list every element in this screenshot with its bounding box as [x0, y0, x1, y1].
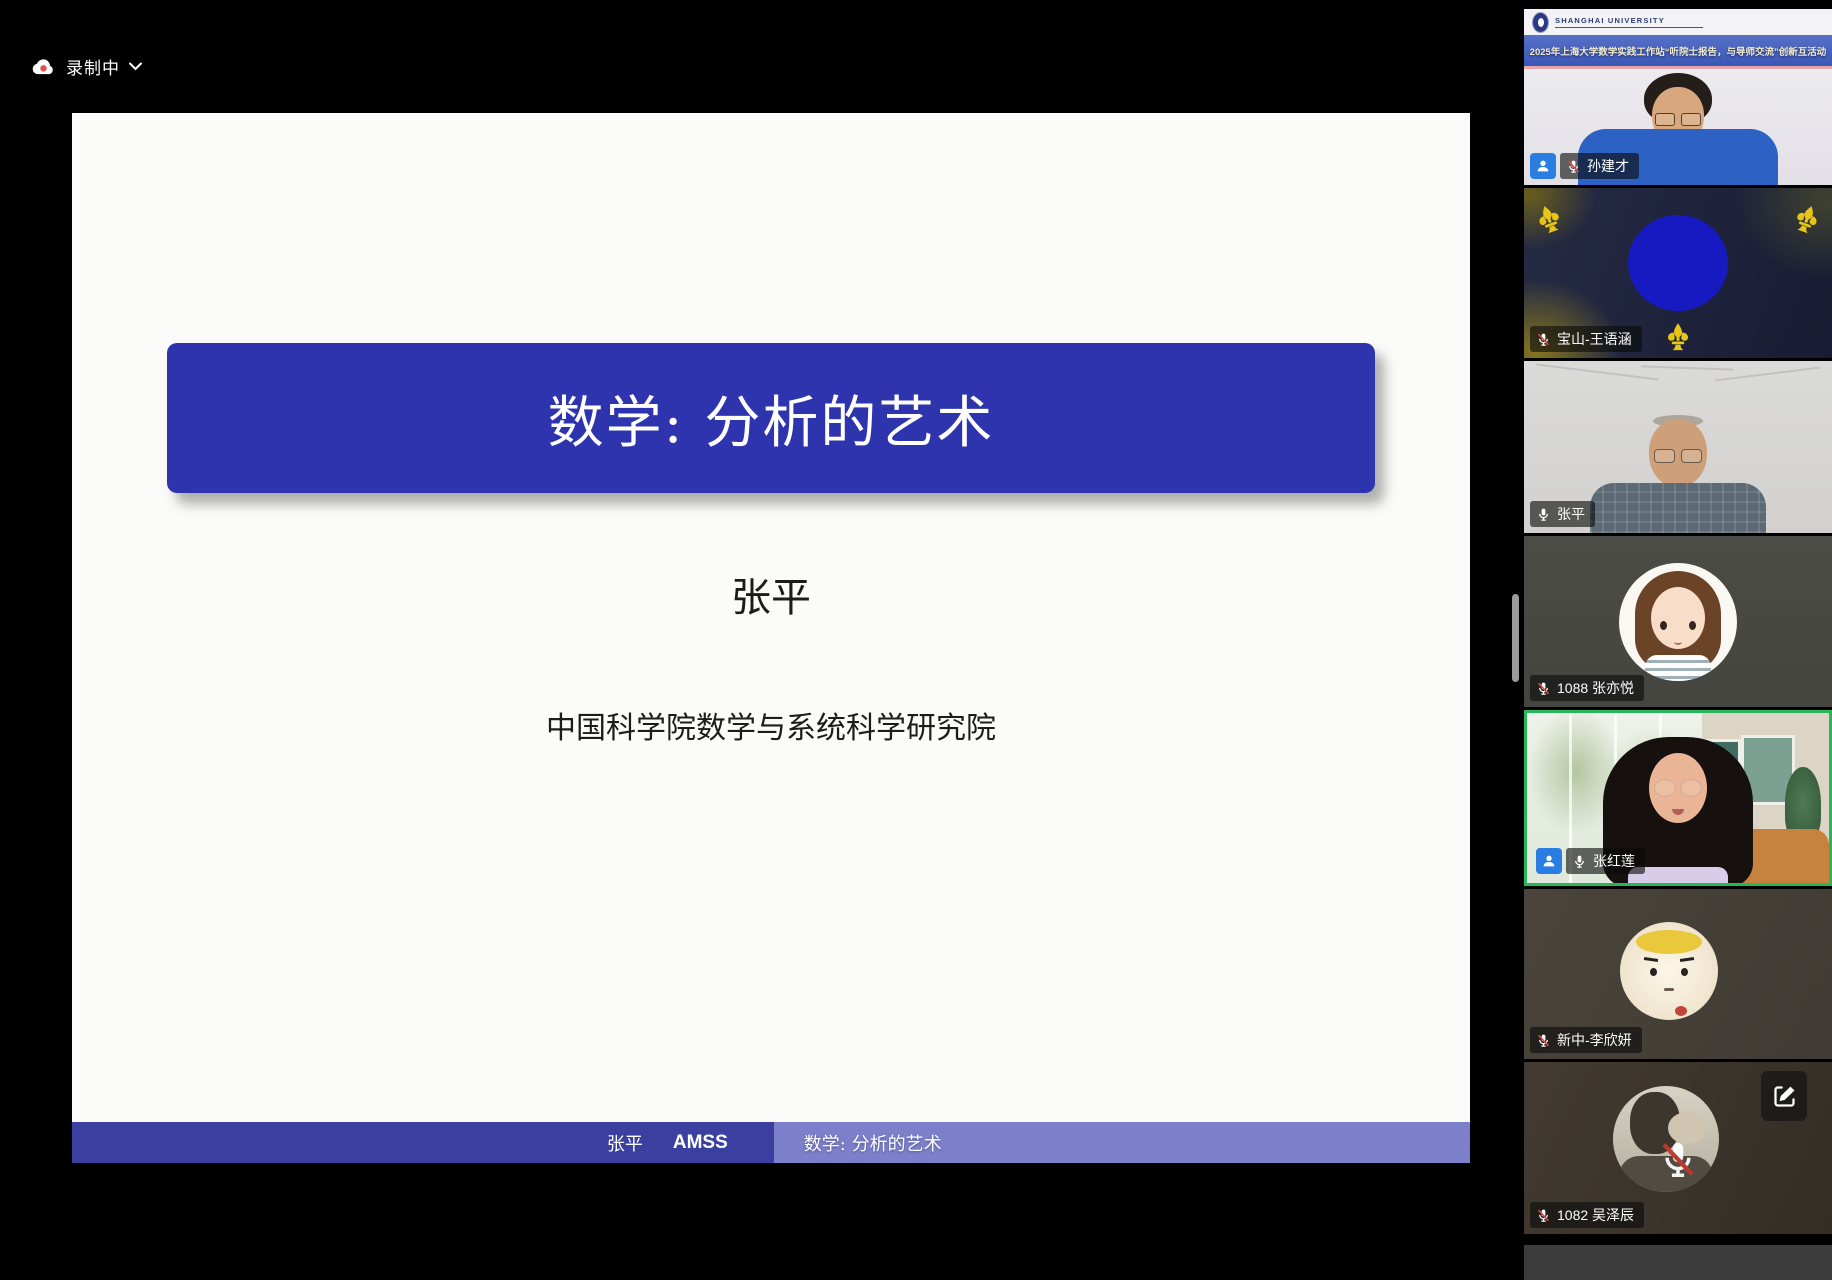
avatar — [1619, 563, 1737, 681]
avatar-eye — [1650, 968, 1657, 976]
name-pill: 宝山-王语涵 — [1530, 326, 1642, 352]
name-label-row: 1088 张亦悦 — [1530, 675, 1644, 701]
recording-indicator[interactable]: 录制中 — [30, 54, 142, 79]
participant-name: 张平 — [1557, 504, 1585, 524]
mic-muted-icon — [1566, 159, 1581, 174]
name-pill: 孙建才 — [1560, 153, 1639, 179]
name-label-row: 1082 吴泽辰 — [1530, 1202, 1644, 1228]
avatar-collar — [1675, 1006, 1687, 1016]
person-shirt — [1590, 483, 1766, 533]
person-icon — [1535, 158, 1551, 174]
avatar-fleur-circle — [1628, 215, 1728, 311]
mic-muted-icon — [1536, 332, 1551, 347]
chevron-down-icon[interactable] — [129, 62, 142, 71]
shared-slide: 数学: 分析的艺术 张平 中国科学院数学与系统科学研究院 张平 AMSS 数学:… — [72, 113, 1470, 1163]
participant-tile-zhangping[interactable]: 张平 — [1524, 361, 1832, 533]
slide-title-banner: 数学: 分析的艺术 — [167, 343, 1375, 493]
annotation-button[interactable] — [1761, 1071, 1807, 1121]
name-label-row: 宝山-王语涵 — [1530, 326, 1642, 352]
mic-muted-icon — [1536, 1208, 1551, 1223]
avatar-eye — [1681, 968, 1688, 976]
footer-title: 数学: 分析的艺术 — [804, 1130, 942, 1156]
meeting-app-window: { "app": { "recording_label": "录制中" }, "… — [0, 0, 1832, 1280]
ceiling-line — [1641, 365, 1733, 370]
university-header: SHANGHAI UNIVERSITY — [1524, 9, 1832, 35]
avatar-mouth — [1674, 639, 1682, 645]
participant-name: 宝山-王语涵 — [1557, 329, 1632, 349]
name-label-row: 新中-李欣妍 — [1530, 1027, 1642, 1053]
participant-tile-wangyuhan[interactable]: 宝山-王语涵 — [1524, 188, 1832, 358]
mic-icon — [1572, 854, 1587, 869]
fleur-de-lis-icon — [1530, 200, 1568, 238]
person-glasses — [1654, 779, 1702, 797]
footer-author: 张平 — [607, 1130, 643, 1156]
slide-author: 张平 — [72, 565, 1470, 623]
recording-label: 录制中 — [66, 54, 120, 79]
avatar-eyebrow — [1644, 957, 1658, 962]
avatar-eye — [1660, 621, 1667, 630]
slide-footer-right: 数学: 分析的艺术 — [774, 1122, 1470, 1163]
avatar — [1620, 922, 1718, 1020]
participant-tile-partial[interactable] — [1524, 1245, 1832, 1280]
fleur-de-lis-icon — [1788, 200, 1826, 238]
participant-name: 孙建才 — [1587, 156, 1629, 176]
person-glasses — [1655, 113, 1701, 125]
participant-name: 张红莲 — [1593, 851, 1635, 871]
participant-tile-lixinyan[interactable]: 新中-李欣妍 — [1524, 889, 1832, 1059]
mic-muted-icon — [1536, 1033, 1551, 1048]
host-person-badge — [1530, 153, 1556, 179]
name-label-row: 孙建才 — [1530, 153, 1639, 179]
participant-tile-zhangyiyue[interactable]: 1088 张亦悦 — [1524, 536, 1832, 707]
host-person-badge — [1536, 848, 1562, 874]
name-pill: 1082 吴泽辰 — [1530, 1202, 1644, 1228]
name-label-row: 张平 — [1530, 501, 1595, 527]
event-banner: 2025年上海大学数学实践工作站“听院士报告，与导师交流”创新互活动 — [1524, 35, 1832, 66]
fleur-de-lis-icon — [1663, 322, 1693, 352]
slide-footer-bar: 张平 AMSS 数学: 分析的艺术 — [72, 1122, 1470, 1163]
university-name: SHANGHAI UNIVERSITY — [1555, 16, 1703, 28]
person-icon — [1541, 853, 1557, 869]
slide-title: 数学: 分析的艺术 — [548, 378, 995, 459]
person-glasses — [1653, 449, 1703, 463]
participant-tile-sunjiancai[interactable]: SHANGHAI UNIVERSITY 2025年上海大学数学实践工作站“听院士… — [1524, 9, 1832, 185]
name-pill: 1088 张亦悦 — [1530, 675, 1644, 701]
muted-mic-overlay-icon — [1657, 1138, 1699, 1185]
participant-list-scrollbar[interactable] — [1512, 594, 1519, 682]
mic-icon — [1536, 507, 1551, 522]
name-pill: 张红莲 — [1566, 848, 1645, 874]
slide-footer-left: 张平 AMSS — [72, 1122, 774, 1163]
name-label-row: 张红莲 — [1536, 848, 1645, 874]
avatar-striped-shirt — [1645, 655, 1711, 681]
cloud-recording-icon — [30, 57, 57, 76]
annotation-pen-icon — [1771, 1083, 1798, 1110]
participant-name: 1088 张亦悦 — [1557, 678, 1634, 698]
participant-name: 新中-李欣妍 — [1557, 1030, 1632, 1050]
name-pill: 新中-李欣妍 — [1530, 1027, 1642, 1053]
mic-muted-icon — [1536, 681, 1551, 696]
shanghai-university-logo — [1532, 12, 1549, 33]
participant-tile-zhanghonglian[interactable]: 张红莲 — [1524, 710, 1832, 886]
participant-name: 1082 吴泽辰 — [1557, 1205, 1634, 1225]
avatar-hair — [1636, 930, 1702, 954]
slide-institution: 中国科学院数学与系统科学研究院 — [72, 703, 1470, 747]
name-pill: 张平 — [1530, 501, 1595, 527]
avatar-mouth — [1664, 988, 1674, 991]
avatar-eyebrow — [1680, 957, 1694, 962]
footer-affiliation: AMSS — [673, 1132, 728, 1154]
avatar-eye — [1689, 621, 1696, 630]
record-dot — [40, 65, 46, 71]
